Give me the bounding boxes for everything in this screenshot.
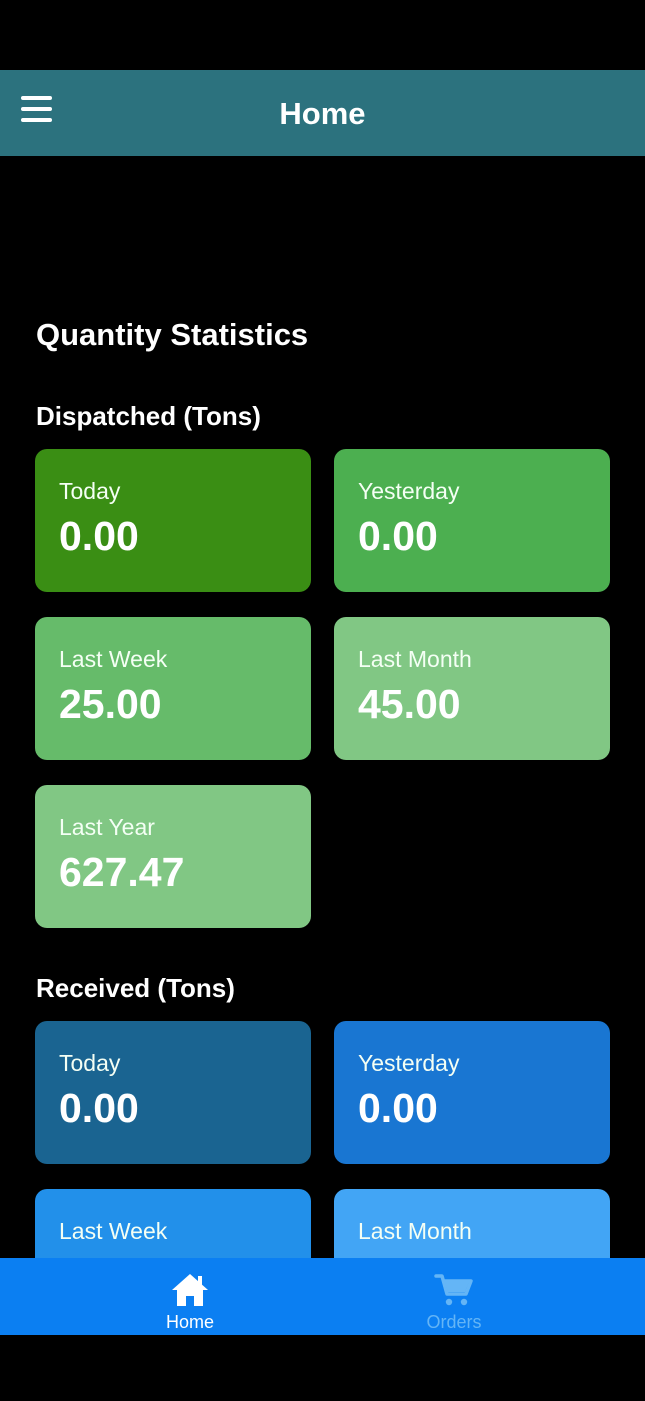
card-label: Today (59, 478, 121, 504)
card-label: Last Week (59, 646, 168, 672)
home-icon (172, 1274, 208, 1306)
received-heading: Received (Tons) (36, 973, 235, 1003)
dispatched-yesterday-card[interactable]: Yesterday 0.00 (334, 449, 610, 592)
nav-orders-label: Orders (426, 1312, 482, 1332)
cart-icon (434, 1274, 473, 1306)
card-value: 0.00 (59, 513, 139, 559)
dispatched-last-week-card[interactable]: Last Week 25.00 (35, 617, 311, 760)
card-value: 25.00 (59, 681, 162, 727)
card-label: Last Month (358, 646, 472, 672)
stats-title: Quantity Statistics (36, 317, 309, 352)
card-label: Yesterday (358, 478, 460, 504)
card-value: 0.00 (358, 513, 438, 559)
page-title: Home (279, 96, 366, 131)
card-label: Last Week (59, 1218, 168, 1244)
card-label: Last Month (358, 1218, 472, 1244)
received-today-card[interactable]: Today 0.00 (35, 1021, 311, 1164)
card-value: 627.47 (59, 849, 185, 895)
dispatched-last-month-card[interactable]: Last Month 45.00 (334, 617, 610, 760)
card-label: Last Year (59, 814, 155, 840)
dispatched-heading: Dispatched (Tons) (36, 401, 261, 431)
nav-orders[interactable]: Orders (384, 1258, 524, 1335)
nav-home[interactable]: Home (120, 1258, 260, 1335)
received-last-week-card[interactable]: Last Week (35, 1189, 311, 1258)
received-yesterday-card[interactable]: Yesterday 0.00 (334, 1021, 610, 1164)
card-value: 0.00 (358, 1085, 438, 1131)
card-value: 45.00 (358, 681, 461, 727)
card-label: Today (59, 1050, 121, 1076)
received-last-month-card[interactable]: Last Month (334, 1189, 610, 1258)
card-value: 0.00 (59, 1085, 139, 1131)
nav-home-label: Home (165, 1312, 214, 1332)
dispatched-today-card[interactable]: Today 0.00 (35, 449, 311, 592)
home-content[interactable]: Quantity Statistics Dispatched (Tons) To… (0, 156, 645, 1258)
card-label: Yesterday (358, 1050, 460, 1076)
dispatched-last-year-card[interactable]: Last Year 627.47 (35, 785, 311, 928)
bottom-nav: Home Orders (0, 1258, 645, 1335)
app-bar: Home (0, 70, 645, 156)
